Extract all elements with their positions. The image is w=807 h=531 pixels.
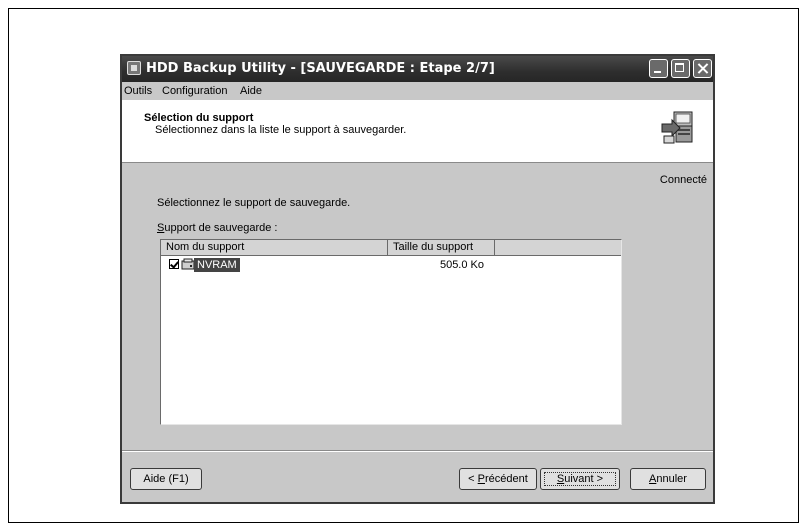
- maximize-button[interactable]: [671, 59, 690, 78]
- cancel-label: nnuler: [656, 473, 687, 485]
- media-checkbox[interactable]: [169, 259, 179, 269]
- window-title: HDD Backup Utility - [SAUVEGARDE : Etape…: [146, 61, 495, 76]
- instruction-text: Sélectionnez le support de sauvegarde.: [157, 197, 351, 209]
- menu-bar: Outils Configuration Aide: [122, 82, 713, 100]
- list-label: Support de sauvegarde :: [157, 222, 277, 234]
- dialog-window: HDD Backup Utility - [SAUVEGARDE : Etape…: [120, 54, 715, 504]
- cancel-button[interactable]: Annuler: [630, 468, 706, 490]
- backup-computer-icon: [661, 111, 693, 144]
- help-button[interactable]: Aide (F1): [130, 468, 202, 490]
- next-label: uivant >: [564, 473, 604, 485]
- connection-status: Connecté: [659, 174, 707, 186]
- menu-aide[interactable]: Aide: [240, 85, 262, 97]
- wizard-header: Sélection du support Sélectionnez dans l…: [122, 100, 713, 163]
- previous-mnemonic: P: [477, 473, 485, 485]
- media-size: 505.0 Ko: [439, 259, 484, 271]
- column-header-empty[interactable]: [495, 240, 621, 256]
- close-button[interactable]: [693, 59, 712, 78]
- menu-outils[interactable]: Outils: [124, 85, 152, 97]
- next-mnemonic: S: [556, 473, 565, 485]
- media-name: NVRAM: [194, 258, 240, 272]
- next-button[interactable]: Suivant >: [540, 468, 620, 490]
- list-label-text: upport de sauvegarde :: [164, 222, 278, 234]
- previous-prefix: <: [468, 473, 478, 485]
- previous-label: récédent: [485, 473, 528, 485]
- screenshot-frame: HDD Backup Utility - [SAUVEGARDE : Etape…: [8, 8, 799, 523]
- app-icon: [127, 61, 141, 75]
- column-header-name[interactable]: Nom du support: [161, 240, 388, 256]
- column-header-size[interactable]: Taille du support: [388, 240, 495, 256]
- title-bar[interactable]: HDD Backup Utility - [SAUVEGARDE : Etape…: [122, 56, 713, 82]
- menu-configuration[interactable]: Configuration: [162, 85, 227, 97]
- footer-separator: [122, 450, 713, 452]
- list-item[interactable]: NVRAM 505.0 Ko: [161, 257, 619, 273]
- step-subtitle: Sélectionnez dans la liste le support à …: [155, 124, 407, 136]
- step-title: Sélection du support: [144, 112, 254, 124]
- minimize-button[interactable]: [649, 59, 668, 78]
- drive-icon: [181, 258, 195, 270]
- media-list[interactable]: Nom du support Taille du support NVRAM 5…: [160, 239, 622, 425]
- previous-button[interactable]: < Précédent: [459, 468, 537, 490]
